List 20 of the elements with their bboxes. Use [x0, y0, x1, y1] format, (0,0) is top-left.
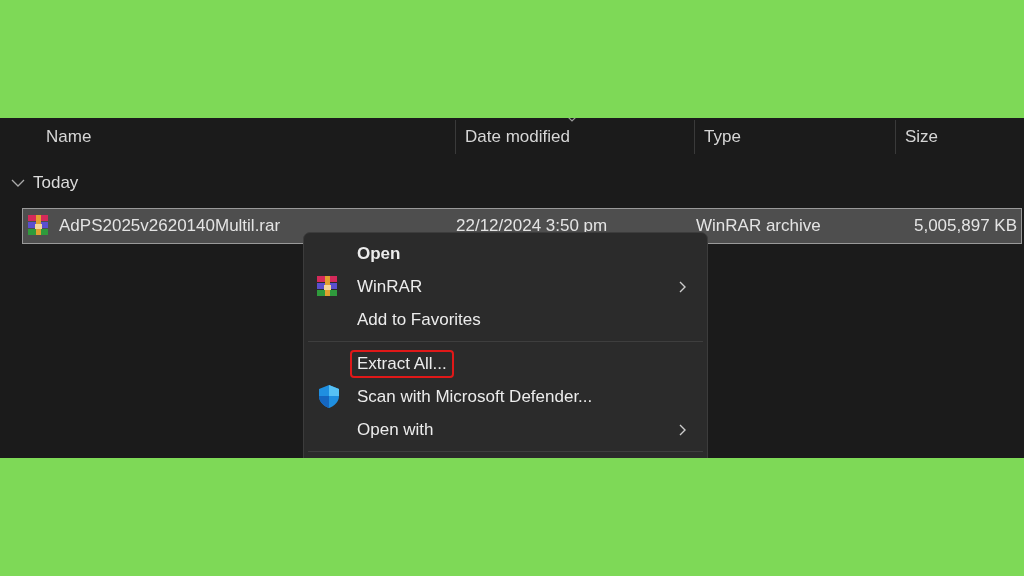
column-header[interactable]: Size — [895, 120, 1024, 154]
column-header[interactable]: Date modified — [455, 120, 694, 154]
column-header[interactable]: Name — [0, 120, 455, 154]
chevron-right-icon — [679, 280, 687, 293]
chevron-right-icon — [679, 423, 687, 436]
archive-icon — [28, 215, 50, 237]
size-text: 5,005,897 KB — [913, 216, 1017, 236]
group-header[interactable]: Today — [0, 158, 1024, 208]
column-header[interactable]: Type — [694, 120, 895, 154]
menu-item[interactable]: Extract All... — [304, 347, 707, 380]
chevron-icon — [11, 177, 25, 189]
date-text: 22/12/2024 3:50 pm — [456, 216, 608, 236]
menu-item[interactable]: WinRAR — [304, 270, 707, 303]
menu-item[interactable]: Open with — [304, 413, 707, 446]
menu-item[interactable]: Scan with Microsoft Defender... — [304, 380, 707, 413]
type-text: WinRAR archive — [696, 216, 821, 236]
shield-icon — [317, 384, 341, 409]
file-name: AdPS2025v2620140Multil.rar — [59, 216, 281, 236]
menu-item[interactable]: Add to Favorites — [304, 303, 707, 336]
archive-icon — [317, 275, 339, 298]
